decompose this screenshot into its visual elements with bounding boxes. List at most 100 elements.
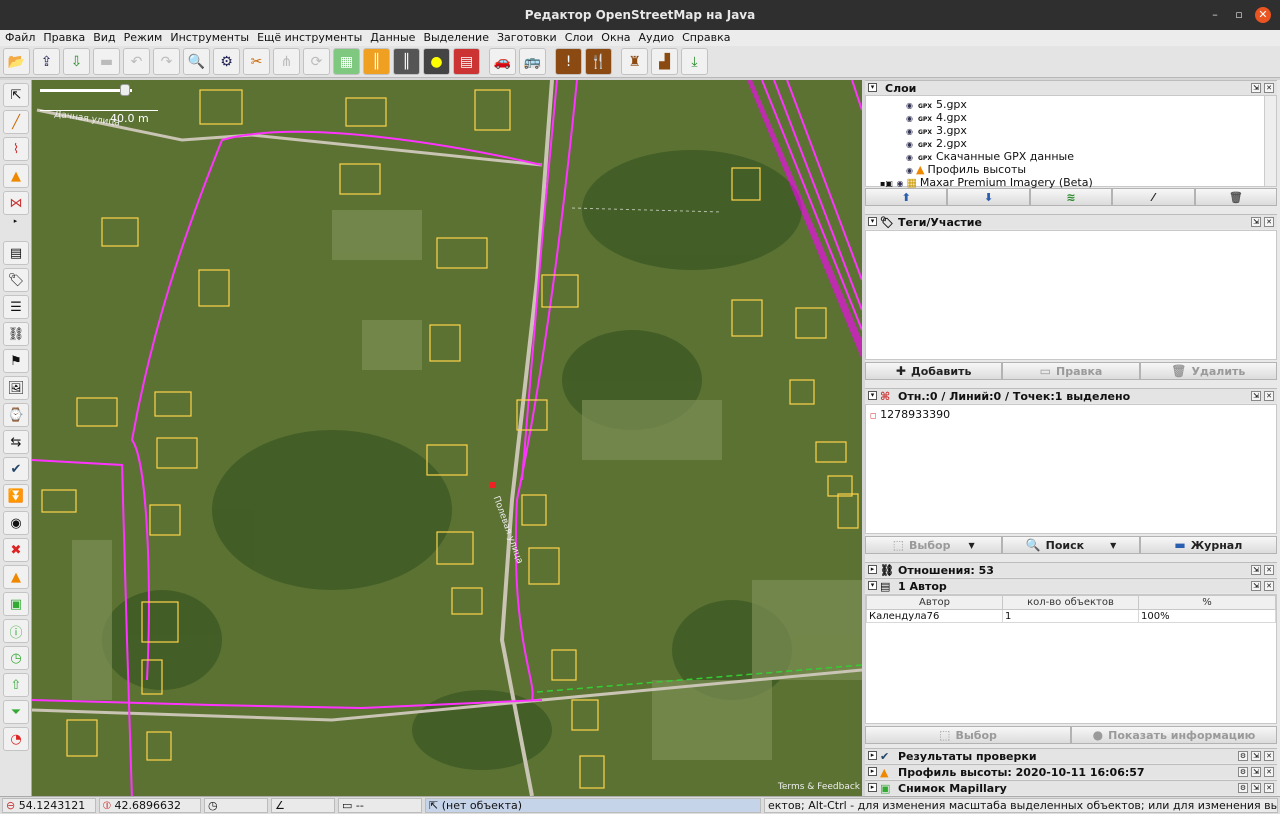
map-canvas[interactable] [32, 80, 862, 796]
menu-view[interactable]: Вид [88, 30, 118, 46]
list-item[interactable]: ◻ 1278933390 [870, 408, 950, 421]
menu-layers[interactable]: Слои [560, 30, 597, 46]
mapillary-panel-header[interactable]: ▸ ▣ Снимок Mapillary ⚙ ⇲ ✕ [865, 780, 1277, 795]
collapse-icon[interactable]: ▾ [868, 391, 877, 400]
layer-item[interactable]: ◉ GPX 2.gpx [906, 137, 967, 150]
menu-more-tools[interactable]: Ещё инструменты [252, 30, 365, 46]
expand-icon[interactable]: ▸ [868, 751, 877, 760]
maximize-icon[interactable]: ▫ [1231, 7, 1247, 23]
layers-icon[interactable]: ▤ [3, 241, 29, 265]
layer-item[interactable]: ▪▣ ◉ ▦ Maxar Premium Imagery (Beta) [880, 176, 1093, 189]
road-icon[interactable]: ║ [363, 48, 390, 75]
traffic-light-icon[interactable]: ● [423, 48, 450, 75]
elevation-tool-icon[interactable]: ▲ [3, 164, 29, 188]
palette-icon[interactable]: ◉ [3, 511, 29, 535]
panel-close-icon[interactable]: ✕ [1264, 767, 1274, 777]
panel-close-icon[interactable]: ✕ [1264, 217, 1274, 227]
dropdown-icon[interactable]: ▼ [968, 541, 974, 550]
panel-close-icon[interactable]: ✕ [1264, 565, 1274, 575]
minimize-icon[interactable]: – [1207, 7, 1223, 23]
brick-icon[interactable]: ▤ [453, 48, 480, 75]
collapse-icon[interactable]: ▾ [868, 83, 877, 92]
panel-close-icon[interactable]: ✕ [1264, 581, 1274, 591]
panel-close-icon[interactable]: ✕ [1264, 83, 1274, 93]
history-button[interactable]: ▬ Журнал [1139, 536, 1277, 554]
opacity-button[interactable]: ⁄ [1112, 188, 1195, 206]
detach-icon[interactable]: ⇲ [1251, 767, 1261, 777]
relation-list-icon[interactable]: ⛓ [3, 322, 29, 346]
detach-icon[interactable]: ⇲ [1251, 83, 1261, 93]
panel-close-icon[interactable]: ✕ [1264, 751, 1274, 761]
visibility-icon[interactable]: ◉ [906, 127, 916, 136]
visibility-icon[interactable]: ◉ [906, 153, 916, 162]
open-icon[interactable]: 📂 [3, 48, 30, 75]
menu-windows[interactable]: Окна [596, 30, 633, 46]
collapse-icon[interactable]: ▾ [868, 217, 877, 226]
layers-panel-header[interactable]: ▾ Слои ⇲ ✕ [865, 80, 1277, 95]
map-import-icon[interactable]: ⤓ [681, 48, 708, 75]
add-tag-button[interactable]: ✚ Добавить [865, 362, 1003, 380]
validation-icon[interactable]: ✔ [3, 457, 29, 481]
parallel-tool-icon[interactable]: ⋈ [3, 191, 29, 215]
speedometer-icon[interactable]: ◔ [3, 727, 29, 751]
info-icon[interactable]: ⓘ [3, 619, 29, 643]
factory-icon[interactable]: ▟ [651, 48, 678, 75]
visibility-icon[interactable]: ◉ [896, 179, 906, 188]
history-icon[interactable]: ⌚ [3, 403, 29, 427]
car-icon[interactable]: 🚗 [489, 48, 516, 75]
settings-icon[interactable]: ⚙ [1238, 783, 1248, 793]
layer-item[interactable]: ◉ GPX 5.gpx [906, 98, 967, 111]
clock-icon[interactable]: ◷ [3, 646, 29, 670]
merge-layers-button[interactable]: ≋ [1029, 188, 1113, 206]
buildings-icon[interactable]: ▦ [333, 48, 360, 75]
conflict-icon[interactable]: ⇆ [3, 430, 29, 454]
menu-audio[interactable]: Аудио [634, 30, 678, 46]
expand-icon[interactable]: ▸ [0, 217, 31, 229]
tags-panel-header[interactable]: ▾ 🏷 Теги/Участие ⇲ ✕ [865, 214, 1277, 229]
menu-presets[interactable]: Заготовки [492, 30, 560, 46]
tags-icon[interactable]: 🏷 [3, 268, 29, 292]
expand-icon[interactable]: ▸ [868, 783, 877, 792]
mapillary-image-icon[interactable]: ▣ [3, 592, 29, 616]
undo-icon[interactable]: ↶ [123, 48, 150, 75]
panel-close-icon[interactable]: ✕ [1264, 783, 1274, 793]
author-select-button[interactable]: ⬚ Выбор [865, 726, 1071, 744]
settings-icon[interactable]: ⚙ [1238, 751, 1248, 761]
edit-tag-button[interactable]: ▭ Правка [1002, 362, 1140, 380]
settings-icon[interactable]: ⚙ [1238, 767, 1248, 777]
menu-mode[interactable]: Режим [119, 30, 166, 46]
upload-icon[interactable]: ⇪ [33, 48, 60, 75]
download-icon[interactable]: ⇩ [63, 48, 90, 75]
elevation-panel-header[interactable]: ▸ ▲ Профиль высоты: 2020-10-11 16:06:57 … [865, 764, 1277, 779]
close-icon[interactable]: ✕ [1255, 7, 1271, 23]
search-icon[interactable]: 🔍 [183, 48, 210, 75]
dropdown-icon[interactable]: ▼ [1110, 541, 1116, 550]
move-down-button[interactable]: ⬇ [947, 188, 1030, 206]
restaurant-icon[interactable]: 🍴 [585, 48, 612, 75]
menu-data[interactable]: Данные [365, 30, 418, 46]
attribution-link[interactable]: Terms & Feedback [778, 782, 860, 792]
zoom-slider-handle[interactable] [120, 84, 130, 96]
map-view[interactable]: 40.0 m Дачная улица Полевая улица Terms … [32, 80, 862, 796]
filter-icon[interactable]: ⚑ [3, 349, 29, 373]
improve-way-icon[interactable]: ⌇ [3, 137, 29, 161]
delete-tag-button[interactable]: 🗑 Удалить [1139, 362, 1277, 380]
layer-item[interactable]: ◉ GPX Скачанные GPX данные [906, 150, 1074, 163]
castle-icon[interactable]: ♜ [621, 48, 648, 75]
menu-help[interactable]: Справка [677, 30, 733, 46]
menu-edit[interactable]: Правка [38, 30, 88, 46]
visibility-icon[interactable]: ◉ [906, 166, 916, 175]
selection-panel-header[interactable]: ▾ ⌘ Отн.:0 / Линий:0 / Точек:1 выделено … [865, 388, 1277, 403]
show-info-button[interactable]: ● Показать информацию [1071, 726, 1277, 744]
search-button[interactable]: 🔍 Поиск ▼ [1002, 536, 1140, 554]
visibility-icon[interactable]: ◉ [906, 114, 916, 123]
authors-panel-header[interactable]: ▾ ▤ 1 Автор ⇲ ✕ [865, 578, 1277, 593]
select-button[interactable]: ⬚ Выбор ▼ [865, 536, 1003, 554]
redo-icon[interactable]: ↷ [153, 48, 180, 75]
menu-tools[interactable]: Инструменты [165, 30, 252, 46]
upload-queue-icon[interactable]: ⇧ [3, 673, 29, 697]
imagery-icon[interactable]: 🖼 [3, 376, 29, 400]
visibility-icon[interactable]: ◉ [906, 140, 916, 149]
draw-tool-icon[interactable]: ╱ [3, 110, 29, 134]
tags-table[interactable] [865, 230, 1277, 360]
